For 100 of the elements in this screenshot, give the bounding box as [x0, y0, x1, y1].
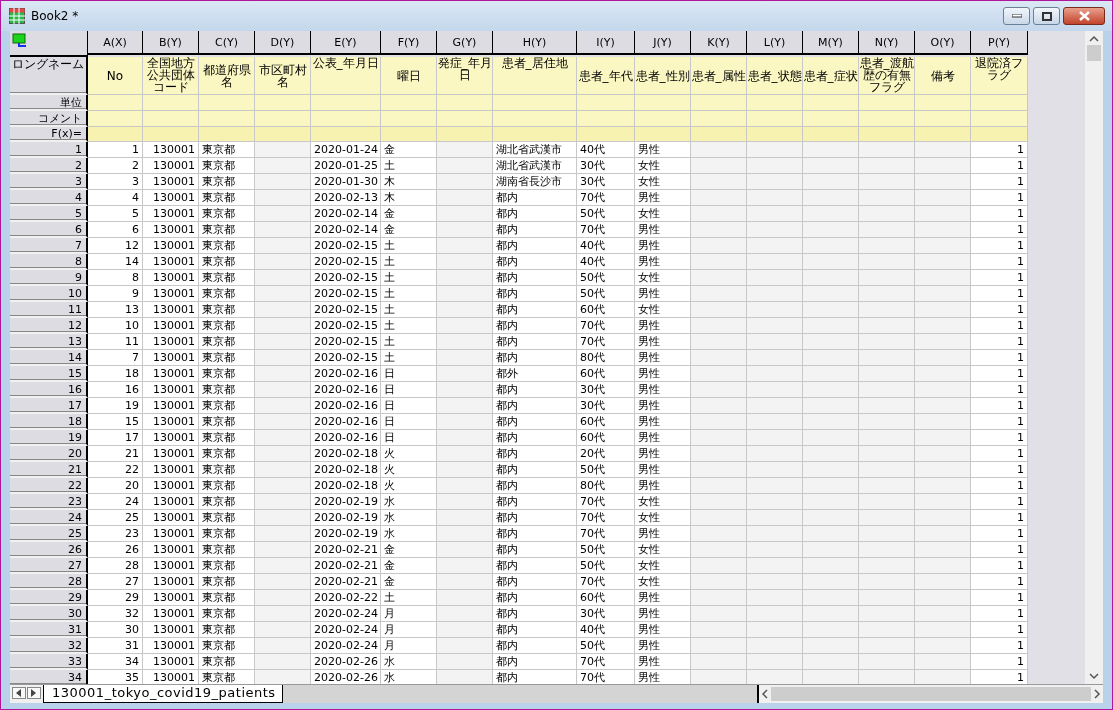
row-number[interactable]: 15	[10, 366, 88, 382]
blank-cell[interactable]	[381, 111, 437, 127]
blank-cell[interactable]	[915, 111, 971, 127]
row-number[interactable]: 29	[10, 590, 88, 606]
row-number[interactable]: 27	[10, 558, 88, 574]
vertical-scrollbar[interactable]	[1085, 31, 1103, 684]
column-header[interactable]: F(Y)	[381, 31, 437, 55]
long-name-cell[interactable]: 曜日	[381, 57, 437, 95]
scrollbar-thumb[interactable]	[1087, 45, 1101, 61]
row-number[interactable]: 3	[10, 174, 88, 190]
blank-cell[interactable]	[311, 127, 381, 142]
scroll-right-icon[interactable]	[1093, 689, 1101, 699]
blank-cell[interactable]	[577, 111, 635, 127]
blank-cell[interactable]	[859, 111, 915, 127]
row-number[interactable]: 4	[10, 190, 88, 206]
blank-cell[interactable]	[88, 111, 143, 127]
blank-cell[interactable]	[493, 95, 577, 111]
horizontal-scrollbar[interactable]	[757, 685, 1103, 703]
row-number[interactable]: 2	[10, 158, 88, 174]
close-button[interactable]	[1063, 7, 1105, 25]
row-number[interactable]: 12	[10, 318, 88, 334]
long-name-cell[interactable]: No	[88, 57, 143, 95]
blank-cell[interactable]	[971, 111, 1028, 127]
long-name-cell[interactable]: 全国地方公共団体コード	[143, 57, 199, 95]
long-name-cell[interactable]: 公表_年月日	[311, 57, 381, 95]
long-name-cell[interactable]: 患者_性別	[635, 57, 691, 95]
blank-cell[interactable]	[199, 95, 255, 111]
column-header[interactable]: N(Y)	[859, 31, 915, 55]
scroll-right-button[interactable]	[27, 687, 41, 699]
column-header[interactable]: A(X)	[88, 31, 143, 55]
row-number[interactable]: 16	[10, 382, 88, 398]
row-number[interactable]: 13	[10, 334, 88, 350]
row-number[interactable]: 9	[10, 270, 88, 286]
blank-cell[interactable]	[381, 95, 437, 111]
blank-cell[interactable]	[577, 127, 635, 142]
blank-cell[interactable]	[635, 111, 691, 127]
blank-cell[interactable]	[255, 111, 311, 127]
blank-cell[interactable]	[437, 111, 493, 127]
minimize-button[interactable]	[1003, 7, 1030, 25]
blank-cell[interactable]	[971, 127, 1028, 142]
blank-cell[interactable]	[691, 127, 747, 142]
scroll-down-icon[interactable]	[1089, 672, 1099, 680]
blank-cell[interactable]	[143, 127, 199, 142]
column-header[interactable]: H(Y)	[493, 31, 577, 55]
blank-cell[interactable]	[199, 111, 255, 127]
long-name-cell[interactable]: 備考	[915, 57, 971, 95]
column-header[interactable]: M(Y)	[803, 31, 859, 55]
column-header[interactable]: I(Y)	[577, 31, 635, 55]
blank-cell[interactable]	[493, 127, 577, 142]
row-number[interactable]: 10	[10, 286, 88, 302]
column-header[interactable]: D(Y)	[255, 31, 311, 55]
blank-cell[interactable]	[915, 127, 971, 142]
blank-cell[interactable]	[199, 127, 255, 142]
row-number[interactable]: 21	[10, 462, 88, 478]
row-number[interactable]: 14	[10, 350, 88, 366]
row-number[interactable]: 28	[10, 574, 88, 590]
row-number[interactable]: 24	[10, 510, 88, 526]
long-name-cell[interactable]: 患者_年代	[577, 57, 635, 95]
row-number[interactable]: 6	[10, 222, 88, 238]
row-number[interactable]: 30	[10, 606, 88, 622]
column-header[interactable]: E(Y)	[311, 31, 381, 55]
column-header[interactable]: L(Y)	[747, 31, 803, 55]
blank-cell[interactable]	[88, 95, 143, 111]
blank-cell[interactable]	[803, 127, 859, 142]
blank-cell[interactable]	[859, 95, 915, 111]
column-header[interactable]: C(Y)	[199, 31, 255, 55]
column-header[interactable]: J(Y)	[635, 31, 691, 55]
blank-cell[interactable]	[143, 95, 199, 111]
blank-cell[interactable]	[88, 127, 143, 142]
blank-cell[interactable]	[635, 127, 691, 142]
column-header[interactable]: K(Y)	[691, 31, 747, 55]
long-name-cell[interactable]: 退院済フラグ	[971, 57, 1028, 95]
blank-cell[interactable]	[255, 95, 311, 111]
blank-cell[interactable]	[577, 95, 635, 111]
column-header[interactable]: O(Y)	[915, 31, 971, 55]
row-number[interactable]: 7	[10, 238, 88, 254]
blank-cell[interactable]	[971, 95, 1028, 111]
long-name-cell[interactable]: 患者_症状	[803, 57, 859, 95]
row-number[interactable]: 20	[10, 446, 88, 462]
blank-cell[interactable]	[747, 127, 803, 142]
blank-cell[interactable]	[691, 95, 747, 111]
restore-button[interactable]	[1033, 7, 1060, 25]
sheet-tab[interactable]: 130001_tokyo_covid19_patients	[43, 685, 283, 703]
long-name-cell[interactable]: 患者_渡航歴の有無フラグ	[859, 57, 915, 95]
row-number[interactable]: 31	[10, 622, 88, 638]
long-name-cell[interactable]: 患者_属性	[691, 57, 747, 95]
row-number[interactable]: 33	[10, 654, 88, 670]
column-header[interactable]: B(Y)	[143, 31, 199, 55]
long-name-cell[interactable]: 発症_年月日	[437, 57, 493, 95]
long-name-cell[interactable]: 患者_居住地	[493, 57, 577, 95]
long-name-cell[interactable]: 都道府県名	[199, 57, 255, 95]
blank-cell[interactable]	[635, 95, 691, 111]
blank-cell[interactable]	[311, 111, 381, 127]
row-number[interactable]: 5	[10, 206, 88, 222]
row-number[interactable]: 18	[10, 414, 88, 430]
column-header[interactable]: P(Y)	[971, 31, 1028, 55]
blank-cell[interactable]	[747, 111, 803, 127]
blank-cell[interactable]	[493, 111, 577, 127]
row-number[interactable]: 34	[10, 670, 88, 684]
blank-cell[interactable]	[311, 95, 381, 111]
